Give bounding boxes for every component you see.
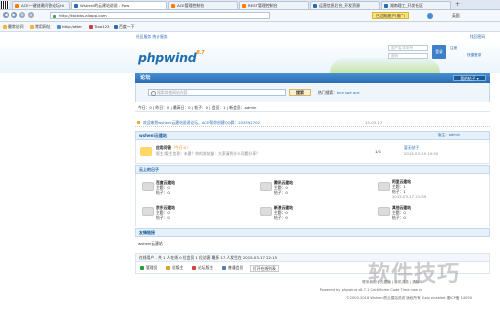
star-icon xyxy=(3,24,7,29)
browser-tab-6[interactable]: 湖南理工_开发社区 xyxy=(381,1,451,9)
folder-icon xyxy=(30,24,34,29)
site-lock-icon xyxy=(53,14,56,18)
open-online-list[interactable]: 打开在线列表 xyxy=(250,264,279,272)
super-moderator-icon xyxy=(166,265,170,270)
login-button[interactable]: 登录 xyxy=(432,45,446,59)
member-icon xyxy=(222,265,226,270)
account-status[interactable]: 已过期|账户(推广) xyxy=(372,12,410,19)
category-moderator: 版主：admin xyxy=(438,133,461,137)
username-field[interactable]: 用户名/手机号 xyxy=(388,45,428,51)
tab-favicon-icon xyxy=(171,3,175,8)
board-cell[interactable]: 新浪云建站 主题：0 帖子：0 xyxy=(254,202,372,224)
board-posts: 帖子：0 xyxy=(156,190,170,195)
browser-tab-2[interactable]: Wsheni的云建站说说 - Pow xyxy=(71,1,167,9)
friend-links-header: 友情链接 xyxy=(135,228,490,237)
bookmark-item[interactable]: 百度一下 xyxy=(114,23,135,30)
nav-forum-tab[interactable]: 论坛 xyxy=(140,74,150,82)
new-tab-icon[interactable]: + xyxy=(455,1,460,8)
board-icon xyxy=(260,182,272,191)
browser-tab-3[interactable]: ACE管理控制台 xyxy=(168,1,238,9)
board-icon xyxy=(142,182,154,191)
moderator-icon xyxy=(192,265,196,270)
account-icon[interactable] xyxy=(427,12,433,19)
board-icon xyxy=(260,207,272,216)
footer-powered: Powered by phpwind v8.7.1 Certificate Co… xyxy=(319,288,422,292)
board-last-date: 2015-03-19 10:50 xyxy=(404,151,439,156)
link-icon xyxy=(89,24,93,29)
browser-tab-strip: ACE一键创建问答论坛Hi Wsheni的云建站说说 - Pow ACE管理控制… xyxy=(0,0,500,10)
register-link[interactable]: 注册 xyxy=(450,46,457,51)
board-cell[interactable]: 其他云建站 主题：0 帖子：0 xyxy=(372,202,490,224)
home-icon[interactable]: ⌂ xyxy=(28,12,34,18)
board-new-icon xyxy=(140,147,152,156)
tab-favicon-icon xyxy=(313,3,317,8)
legend-super-mod: 总版主 xyxy=(166,265,183,270)
board-icon xyxy=(378,207,390,216)
my-posts-button[interactable]: 我的帖子 ▾ xyxy=(453,75,486,81)
board-posts: 帖子：0 xyxy=(156,215,170,220)
legend-member: 普通会员 xyxy=(222,265,243,270)
main-nav xyxy=(135,73,490,83)
board-posts: 帖子：0 xyxy=(274,190,288,195)
board-cell[interactable]: 百度云建站 主题：0 帖子：0 xyxy=(136,177,254,199)
browser-tab-5[interactable]: 运营信息后台_开发资源 xyxy=(310,1,380,9)
refresh-icon[interactable]: ↻ xyxy=(19,12,25,18)
search-button[interactable]: 搜索 xyxy=(289,89,311,96)
search-icon xyxy=(151,91,156,96)
board-cell[interactable]: 阿里云建站 主题：1 帖子：1 2015-03-17 21:59 xyxy=(372,177,490,199)
quick-login-link[interactable]: 快捷登录 xyxy=(467,53,481,58)
browser-tab-1[interactable]: ACE一键创建问答论坛Hi xyxy=(12,1,70,9)
board-posts: 帖子：0 xyxy=(274,215,288,220)
tab-favicon-icon xyxy=(74,3,78,8)
board-grid: 百度云建站 主题：0 帖子：0 腾讯云建站 主题：0 帖子：0 阿里云建站 主题… xyxy=(135,174,490,226)
bookmark-item[interactable]: Tiao123 xyxy=(89,23,110,30)
board-cell[interactable]: 京东云建站 主题：0 帖子：0 xyxy=(136,202,254,224)
legend-mod: 论坛版主 xyxy=(192,265,213,270)
category-header[interactable]: wsheni云建站 xyxy=(135,131,490,140)
hot-search-terms[interactable]: bce sae ace xyxy=(337,90,360,95)
admin-icon xyxy=(140,265,144,270)
board-cell[interactable]: 腾讯云建站 主题：0 帖子：0 xyxy=(254,177,372,199)
address-bar[interactable]: http://tbcbbs.aliapp.com xyxy=(50,12,270,19)
announcement-icon xyxy=(137,121,140,124)
browser-tab-4[interactable]: REST管理控制台 xyxy=(239,1,309,9)
announcement: 欢迎来到wsheni云建站说说论坛，ACE帮你创建QQ群：203592702 1… xyxy=(135,119,490,127)
qr-icon[interactable] xyxy=(1,0,9,9)
browser-toolbar: ◀ ▶ ↻ ⌂ http://tbcbbs.aliapp.com 已过期|账户(… xyxy=(0,10,500,22)
announcement-link[interactable]: 欢迎来到wsheni云建站说说论坛，ACE帮你创建QQ群：203592702 xyxy=(143,119,260,127)
back-icon[interactable]: ◀ xyxy=(3,12,9,18)
friend-link[interactable]: wsheni云建站 xyxy=(138,241,163,247)
bookmark-item[interactable]: 常用网址 xyxy=(30,23,51,30)
login-box: 用户名/手机号 密码 登录 注册 快捷登录 xyxy=(388,45,488,71)
board-posts: 帖子：0 xyxy=(392,215,406,220)
paw-icon xyxy=(114,24,118,29)
tab-favicon-icon xyxy=(384,3,388,8)
board-icon xyxy=(378,182,390,191)
hot-search: 热门搜索：bce sae ace xyxy=(318,89,360,95)
board-icon xyxy=(142,207,154,216)
bookmark-item[interactable]: http:/otter xyxy=(57,23,82,30)
find-password-link[interactable]: 找回密码 xyxy=(470,34,485,40)
forward-icon[interactable]: ▶ xyxy=(11,12,17,18)
category-header[interactable]: 云上的日子 xyxy=(135,165,490,174)
phpwind-logo[interactable]: phpwind8.7 xyxy=(138,50,205,65)
board-last-date: 2015-03-17 21:59 xyxy=(392,194,427,199)
password-field[interactable]: 密码 xyxy=(388,53,428,59)
board-description: 版主/版主信息：未建？你的发帖量：大家请到什么问题分享？ xyxy=(156,151,260,156)
language-label[interactable]: 英国 xyxy=(452,12,460,19)
board-row[interactable]: 应用问答（今日:0） 版主/版主信息：未建？你的发帖量：大家请到什么问题分享？ … xyxy=(135,140,490,164)
link-icon xyxy=(57,24,61,29)
bookmark-item[interactable]: 最常访问 xyxy=(3,23,24,30)
top-links: 社区服务 统计服务 找回密码 xyxy=(0,31,500,41)
footer-copyright: ©2003-2018 Wsheni的云建站说说 版权所有 Gzip enable… xyxy=(346,296,472,300)
forum-stats: 今日：0 | 昨日：0 | 最高日：0 | 帖子：0 | 会员：1 | 新会员：… xyxy=(135,103,490,112)
tab-favicon-icon xyxy=(15,3,19,8)
service-links[interactable]: 社区服务 统计服务 xyxy=(136,34,168,40)
legend-admin: 管理员 xyxy=(140,265,157,270)
tab-favicon-icon xyxy=(242,3,246,8)
board-count: 1/1 xyxy=(375,149,382,154)
search-input[interactable]: 搜索其他网站内容 xyxy=(148,89,286,96)
watermark-text: 软件技巧 xyxy=(368,262,461,287)
announcement-date: 15-03-17 xyxy=(365,120,383,125)
